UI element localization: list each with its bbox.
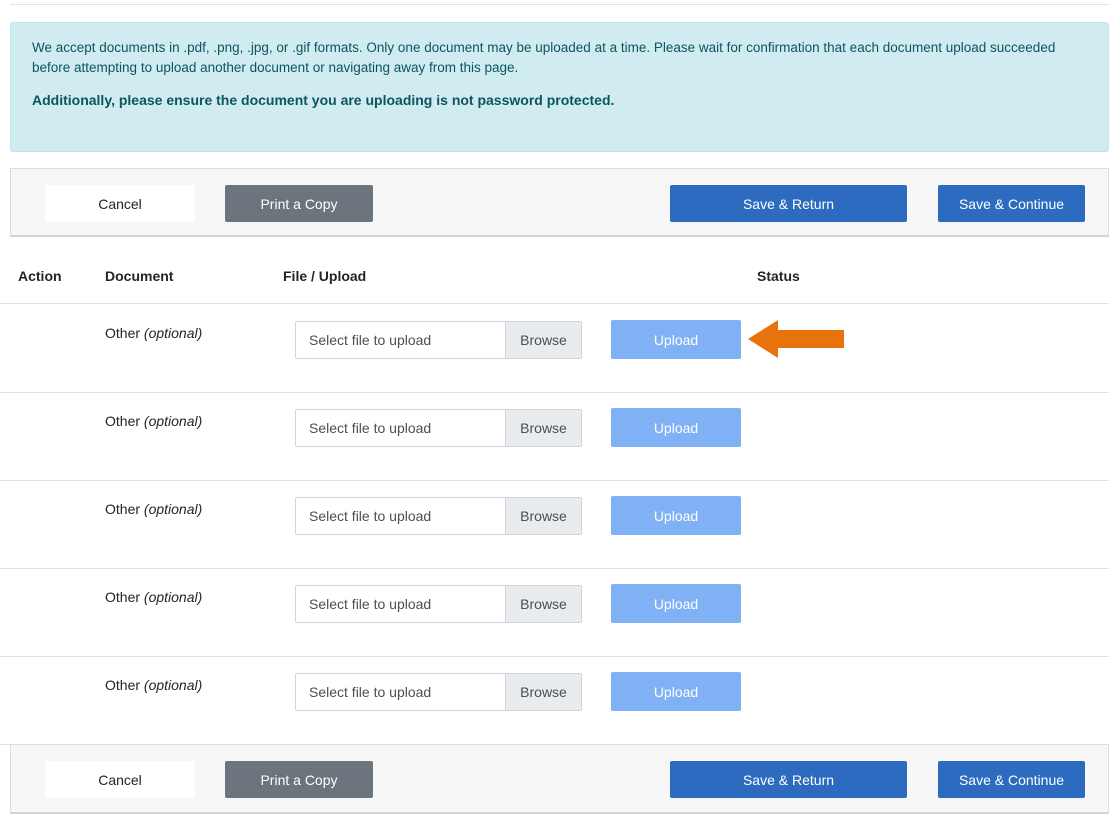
save-return-button[interactable]: Save & Return xyxy=(670,185,907,222)
browse-button[interactable]: Browse xyxy=(505,674,581,710)
cancel-button[interactable]: Cancel xyxy=(45,761,195,798)
file-upload-field[interactable]: Select file to upload Browse xyxy=(295,321,582,359)
save-continue-button[interactable]: Save & Continue xyxy=(938,761,1085,798)
upload-instructions-text: We accept documents in .pdf, .png, .jpg,… xyxy=(32,40,1056,75)
document-label: Other (optional) xyxy=(105,677,203,693)
password-warning-text: Additionally, please ensure the document… xyxy=(32,92,615,108)
print-copy-button[interactable]: Print a Copy xyxy=(225,761,373,798)
document-label: Other (optional) xyxy=(105,589,203,605)
table-row: Other (optional) Select file to upload B… xyxy=(0,568,1109,657)
upload-button[interactable]: Upload xyxy=(611,672,741,711)
file-upload-field[interactable]: Select file to upload Browse xyxy=(295,497,582,535)
upload-button[interactable]: Upload xyxy=(611,584,741,623)
save-continue-button[interactable]: Save & Continue xyxy=(938,185,1085,222)
table-row: Other (optional) Select file to upload B… xyxy=(0,304,1109,393)
action-bar-bottom: Cancel Print a Copy Save & Return Save &… xyxy=(10,744,1109,814)
column-header-status: Status xyxy=(757,268,800,284)
action-bar-top: Cancel Print a Copy Save & Return Save &… xyxy=(10,168,1109,237)
browse-button[interactable]: Browse xyxy=(505,322,581,358)
upload-instructions-alert: We accept documents in .pdf, .png, .jpg,… xyxy=(10,22,1109,152)
file-select-input[interactable]: Select file to upload xyxy=(296,498,505,534)
file-select-input[interactable]: Select file to upload xyxy=(296,322,505,358)
documents-table-header: Action Document File / Upload Status xyxy=(0,255,1109,304)
file-upload-field[interactable]: Select file to upload Browse xyxy=(295,585,582,623)
print-copy-button[interactable]: Print a Copy xyxy=(225,185,373,222)
upload-button[interactable]: Upload xyxy=(611,496,741,535)
document-label: Other (optional) xyxy=(105,501,203,517)
column-header-action: Action xyxy=(18,268,62,284)
browse-button[interactable]: Browse xyxy=(505,410,581,446)
upload-button[interactable]: Upload xyxy=(611,408,741,447)
file-upload-field[interactable]: Select file to upload Browse xyxy=(295,409,582,447)
column-header-document: Document xyxy=(105,268,174,284)
file-select-input[interactable]: Select file to upload xyxy=(296,674,505,710)
column-header-file-upload: File / Upload xyxy=(283,268,367,284)
file-select-input[interactable]: Select file to upload xyxy=(296,410,505,446)
file-select-input[interactable]: Select file to upload xyxy=(296,586,505,622)
upload-button[interactable]: Upload xyxy=(611,320,741,359)
cancel-button[interactable]: Cancel xyxy=(45,185,195,222)
browse-button[interactable]: Browse xyxy=(505,498,581,534)
arrow-left-icon xyxy=(748,320,844,358)
table-row: Other (optional) Select file to upload B… xyxy=(0,392,1109,481)
browse-button[interactable]: Browse xyxy=(505,586,581,622)
document-label: Other (optional) xyxy=(105,413,203,429)
top-divider xyxy=(10,4,1109,5)
document-label: Other (optional) xyxy=(105,325,203,341)
save-return-button[interactable]: Save & Return xyxy=(670,761,907,798)
table-row: Other (optional) Select file to upload B… xyxy=(0,480,1109,569)
table-row: Other (optional) Select file to upload B… xyxy=(0,656,1109,745)
file-upload-field[interactable]: Select file to upload Browse xyxy=(295,673,582,711)
